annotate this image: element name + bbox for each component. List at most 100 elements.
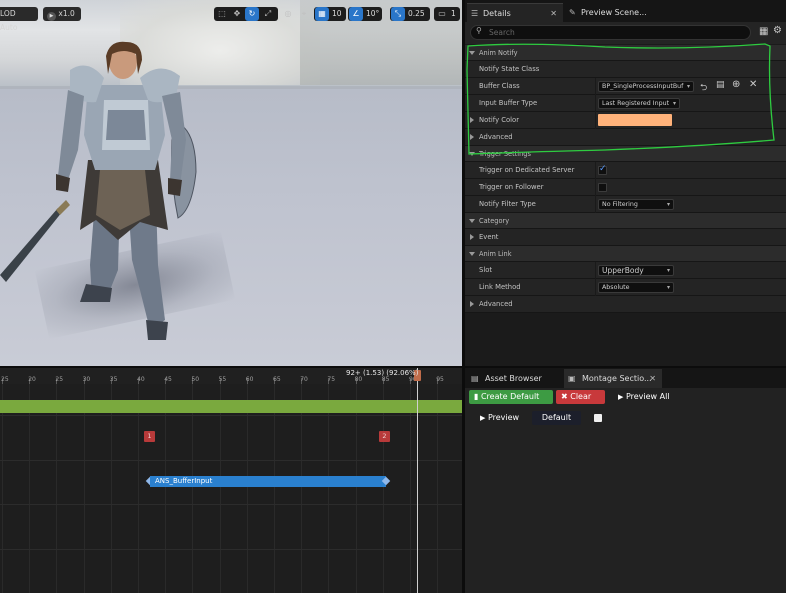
- montage-sections-panel: ▤ Asset Browser ▣ Montage Sectio... ✕ ▮ …: [465, 368, 786, 593]
- trigger-follower-checkbox[interactable]: [598, 183, 607, 192]
- property-label: Notify Filter Type: [479, 200, 536, 208]
- track-divider: [0, 415, 462, 416]
- surface-snap-icon[interactable]: ⌖: [297, 7, 311, 21]
- link-method-value: Absolute: [602, 284, 630, 291]
- world-space-icon[interactable]: ◎: [281, 7, 295, 21]
- notify-state-bar[interactable]: ANS_BufferInput: [150, 476, 386, 487]
- lod-label: LOD Auto: [0, 9, 18, 32]
- select-icon[interactable]: ⬚: [215, 7, 229, 21]
- ruler-tick-label: 45: [164, 376, 172, 383]
- expand-arrow-icon: [470, 301, 474, 307]
- slot-dropdown[interactable]: UpperBody ▾: [598, 265, 674, 276]
- section-checkbox[interactable]: [594, 414, 602, 422]
- grid-snap-value: 10: [332, 9, 342, 18]
- tab-montage-sections-label: Montage Sectio...: [582, 374, 652, 383]
- column-splitter[interactable]: [595, 196, 596, 213]
- ruler-tick-label: 40: [137, 376, 145, 383]
- ruler-tick-label: 55: [218, 376, 227, 383]
- column-splitter[interactable]: [595, 179, 596, 196]
- slot-value: UpperBody: [602, 266, 644, 275]
- rotate-icon[interactable]: ↻: [245, 7, 259, 21]
- document-icon: ▮: [474, 392, 479, 401]
- ruler-tick-label: 65: [273, 376, 281, 383]
- row-event[interactable]: Event: [465, 229, 786, 246]
- ruler-tick-label: 25: [55, 376, 64, 383]
- notify-filter-value: No Filtering: [602, 201, 638, 208]
- ruler-tick-label: 70: [300, 376, 308, 383]
- default-section-label: Default: [541, 413, 572, 422]
- notify-filter-dropdown[interactable]: No Filtering ▾: [598, 199, 674, 210]
- category-label: Anim Link: [479, 250, 512, 258]
- angle-snap-group[interactable]: ∠ 10°: [348, 7, 382, 21]
- close-icon[interactable]: ✕: [649, 369, 656, 388]
- play-icon: ▶: [618, 393, 624, 401]
- grid-icon[interactable]: ▦: [315, 7, 329, 21]
- ruler-tick-label: 85: [381, 376, 390, 383]
- default-section-button[interactable]: Default: [532, 411, 581, 425]
- scale-snap-group[interactable]: ⤡ 0.25: [390, 7, 430, 21]
- scale-snap-icon[interactable]: ⤡: [391, 7, 405, 21]
- ruler-tick-label: 25: [1, 376, 9, 383]
- link-method-dropdown[interactable]: Absolute ▾: [598, 282, 674, 293]
- grid-snap-group[interactable]: ▦ 10: [314, 7, 346, 21]
- camera-icon[interactable]: ▭: [435, 7, 449, 21]
- track-divider: [0, 504, 462, 505]
- montage-sections-tab-icon: ▣: [568, 374, 576, 383]
- play-rate-button[interactable]: ▶ x1.0: [43, 7, 81, 21]
- scale-snap-value: 0.25: [408, 9, 425, 18]
- section-marker-label: 1: [147, 432, 152, 440]
- column-splitter[interactable]: [595, 262, 596, 279]
- montage-section-bar[interactable]: [0, 400, 462, 413]
- lod-button[interactable]: LOD Auto: [0, 7, 38, 32]
- chevron-down-icon: ▾: [666, 284, 670, 291]
- property-label: Link Method: [479, 283, 521, 291]
- ruler-tick-label: 30: [82, 376, 91, 383]
- ruler-tick-label: 35: [109, 376, 118, 383]
- highlight-annotation: [466, 43, 775, 155]
- angle-snap-value: 10°: [366, 9, 380, 18]
- clear-x-icon: ✖: [561, 392, 568, 401]
- animation-viewport[interactable]: LOD Auto ▶ x1.0 ⬚ ✥ ↻ ⤢ ◎ ⌖ ▦ 10 ∠ 10° ⤡…: [0, 0, 462, 366]
- montage-tabbar: ▤ Asset Browser ▣ Montage Sectio... ✕: [465, 368, 786, 388]
- preview-button[interactable]: ▶ Preview: [475, 411, 525, 425]
- preview-all-label: Preview All: [625, 392, 670, 401]
- montage-timeline[interactable]: 25 20 25 30 35 40 45 50 55 60 65 70 75 80 85 90 95 1 2 A…: [0, 368, 462, 593]
- scale-icon[interactable]: ⤢: [261, 7, 275, 21]
- camera-speed-group[interactable]: ▭ 1: [434, 7, 460, 21]
- section-marker[interactable]: 1: [144, 431, 155, 442]
- play-rate-label: x1.0: [58, 9, 75, 18]
- row-trigger-follower: Trigger on Follower: [465, 179, 786, 196]
- time-readout: 92+ (1.53) (92.06%): [346, 369, 419, 377]
- section-marker[interactable]: 2: [379, 431, 390, 442]
- clear-label: Clear: [570, 392, 592, 401]
- row-notify-filter-type: Notify Filter Type No Filtering ▾: [465, 196, 786, 213]
- property-label: Trigger on Follower: [479, 183, 544, 191]
- create-default-label: Create Default: [480, 392, 540, 401]
- ruler-tick-label: 60: [245, 376, 254, 383]
- expand-arrow-icon: [469, 252, 475, 256]
- play-icon: ▶: [47, 12, 56, 21]
- row-advanced-2[interactable]: Advanced: [465, 296, 786, 313]
- property-label: Slot: [479, 266, 493, 274]
- playhead-line[interactable]: [417, 368, 418, 593]
- preview-all-button[interactable]: ▶ Preview All: [613, 390, 675, 404]
- ruler-tick-label: 75: [327, 376, 336, 383]
- category-category[interactable]: Category: [465, 213, 786, 229]
- column-splitter[interactable]: [595, 279, 596, 296]
- tab-asset-browser[interactable]: ▤ Asset Browser: [467, 369, 562, 388]
- ruler-tick-label: 80: [354, 376, 363, 383]
- notify-state-label: ANS_BufferInput: [155, 477, 213, 485]
- play-icon: ▶: [480, 414, 486, 422]
- angle-icon[interactable]: ∠: [349, 7, 363, 21]
- tab-montage-sections[interactable]: ▣ Montage Sectio... ✕: [564, 369, 662, 388]
- translate-icon[interactable]: ✥: [230, 7, 244, 21]
- create-default-button[interactable]: ▮ Create Default: [469, 390, 553, 404]
- row-slot: Slot UpperBody ▾: [465, 262, 786, 279]
- category-label: Category: [479, 217, 510, 225]
- asset-browser-tab-icon: ▤: [471, 374, 479, 383]
- clear-button[interactable]: ✖ Clear: [556, 390, 605, 404]
- row-link-method: Link Method Absolute ▾: [465, 279, 786, 296]
- camera-speed-value: 1: [451, 9, 456, 18]
- category-anim-link[interactable]: Anim Link: [465, 246, 786, 262]
- section-marker-label: 2: [382, 432, 387, 440]
